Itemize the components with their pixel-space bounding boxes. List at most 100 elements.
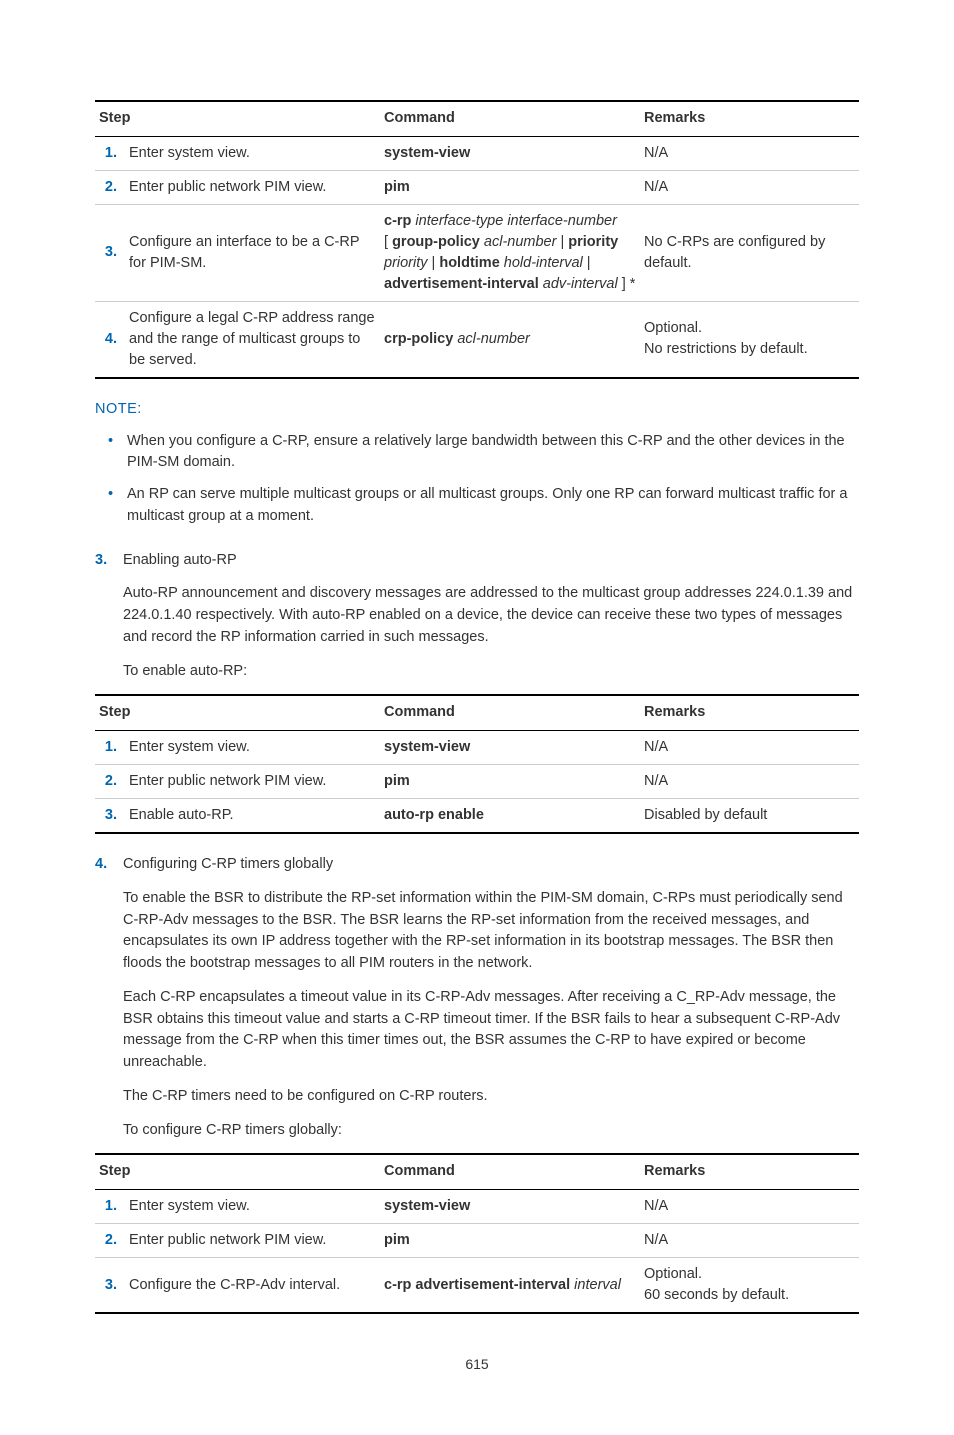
cmd-part: c-rp — [384, 213, 411, 229]
step-num: 3. — [95, 204, 125, 301]
cmd-part: | — [428, 255, 440, 271]
note-list: When you configure a C-RP, ensure a rela… — [95, 431, 859, 528]
table-row: 3. Configure the C-RP-Adv interval. c-rp… — [95, 1258, 859, 1314]
step-desc: Configure a legal C-RP address range and… — [125, 301, 380, 378]
cmd-part: acl-number — [480, 234, 557, 250]
step-desc: Enter public network PIM view. — [125, 170, 380, 204]
table-row: 4. Configure a legal C-RP address range … — [95, 301, 859, 378]
cmd-part: interface-type interface-number — [411, 213, 617, 229]
cmd-part: interval — [570, 1277, 621, 1293]
th-command: Command — [380, 695, 640, 730]
table-row: 1. Enter system view. system-view N/A — [95, 136, 859, 170]
cmd-part: crp-policy — [384, 331, 453, 347]
step-cmd: pim — [380, 765, 640, 799]
cmd-part: ] * — [618, 276, 636, 292]
step-remarks: Optional. No restrictions by default. — [640, 301, 859, 378]
step-remarks: N/A — [640, 1190, 859, 1224]
page-number: 615 — [95, 1354, 859, 1375]
table-row: 3. Configure an interface to be a C-RP f… — [95, 204, 859, 301]
remark-line: Optional. — [644, 318, 855, 339]
paragraph: To enable auto-RP: — [123, 661, 859, 683]
step-desc: Configure an interface to be a C-RP for … — [125, 204, 380, 301]
step-remarks: N/A — [640, 765, 859, 799]
table-crp-timers: Step Command Remarks 1. Enter system vie… — [95, 1153, 859, 1314]
step-cmd: c-rp interface-type interface-number [ g… — [380, 204, 640, 301]
th-step: Step — [95, 695, 380, 730]
step-desc: Enter public network PIM view. — [125, 1224, 380, 1258]
cmd-part: holdtime — [439, 255, 499, 271]
step-num: 4. — [95, 301, 125, 378]
section-4-heading: 4.Configuring C-RP timers globally — [95, 854, 859, 876]
note-heading: NOTE: — [95, 399, 859, 421]
step-cmd: auto-rp enable — [380, 799, 640, 834]
th-command: Command — [380, 1154, 640, 1189]
section-3-heading: 3.Enabling auto-RP — [95, 550, 859, 572]
step-desc: Enter system view. — [125, 136, 380, 170]
section-title: Enabling auto-RP — [123, 552, 237, 568]
step-remarks: N/A — [640, 1224, 859, 1258]
step-cmd: system-view — [380, 136, 640, 170]
paragraph: To enable the BSR to distribute the RP-s… — [123, 888, 859, 975]
section-num: 3. — [95, 550, 123, 572]
note-item: When you configure a C-RP, ensure a rela… — [113, 431, 859, 475]
table-row: 1. Enter system view. system-view N/A — [95, 731, 859, 765]
remark-line: No restrictions by default. — [644, 339, 855, 360]
table-row: 3. Enable auto-RP. auto-rp enable Disabl… — [95, 799, 859, 834]
step-cmd: pim — [380, 170, 640, 204]
cmd-part: adv-interval — [539, 276, 618, 292]
step-num: 3. — [95, 1258, 125, 1314]
paragraph: Auto-RP announcement and discovery messa… — [123, 583, 859, 648]
paragraph: To configure C-RP timers globally: — [123, 1120, 859, 1142]
cmd-part: priority — [384, 255, 428, 271]
step-cmd: crp-policy acl-number — [380, 301, 640, 378]
cmd-part: [ — [384, 234, 392, 250]
table-row: 2. Enter public network PIM view. pim N/… — [95, 765, 859, 799]
paragraph: The C-RP timers need to be configured on… — [123, 1086, 859, 1108]
step-remarks: N/A — [640, 170, 859, 204]
step-desc: Enter system view. — [125, 1190, 380, 1224]
cmd-part: | — [556, 234, 568, 250]
step-remarks: Optional. 60 seconds by default. — [640, 1258, 859, 1314]
th-step: Step — [95, 1154, 380, 1189]
table-crp-config: Step Command Remarks 1. Enter system vie… — [95, 100, 859, 379]
th-remarks: Remarks — [640, 695, 859, 730]
paragraph: Each C-RP encapsulates a timeout value i… — [123, 987, 859, 1074]
cmd-part: advertisement-interval — [384, 276, 539, 292]
cmd-part: group-policy — [392, 234, 480, 250]
table-auto-rp: Step Command Remarks 1. Enter system vie… — [95, 694, 859, 834]
step-desc: Enter system view. — [125, 731, 380, 765]
cmd-part: | — [583, 255, 591, 271]
section-title: Configuring C-RP timers globally — [123, 856, 333, 872]
cmd-part: hold-interval — [500, 255, 583, 271]
table-row: 1. Enter system view. system-view N/A — [95, 1190, 859, 1224]
step-num: 2. — [95, 1224, 125, 1258]
section-4-body: To enable the BSR to distribute the RP-s… — [95, 888, 859, 1142]
step-num: 2. — [95, 170, 125, 204]
remark-line: Optional. — [644, 1264, 855, 1285]
step-desc: Configure the C-RP-Adv interval. — [125, 1258, 380, 1314]
th-command: Command — [380, 101, 640, 136]
step-remarks: N/A — [640, 136, 859, 170]
step-remarks: No C-RPs are configured by default. — [640, 204, 859, 301]
table-row: 2. Enter public network PIM view. pim N/… — [95, 170, 859, 204]
step-remarks: N/A — [640, 731, 859, 765]
note-item: An RP can serve multiple multicast group… — [113, 484, 859, 528]
step-cmd: system-view — [380, 1190, 640, 1224]
step-cmd: system-view — [380, 731, 640, 765]
step-num: 3. — [95, 799, 125, 834]
step-desc: Enable auto-RP. — [125, 799, 380, 834]
section-3-body: Auto-RP announcement and discovery messa… — [95, 583, 859, 682]
step-cmd: pim — [380, 1224, 640, 1258]
step-cmd: c-rp advertisement-interval interval — [380, 1258, 640, 1314]
step-desc: Enter public network PIM view. — [125, 765, 380, 799]
step-remarks: Disabled by default — [640, 799, 859, 834]
cmd-part: priority — [568, 234, 618, 250]
step-num: 1. — [95, 731, 125, 765]
cmd-part: acl-number — [453, 331, 530, 347]
step-num: 2. — [95, 765, 125, 799]
step-num: 1. — [95, 1190, 125, 1224]
th-remarks: Remarks — [640, 1154, 859, 1189]
step-num: 1. — [95, 136, 125, 170]
cmd-part: c-rp advertisement-interval — [384, 1277, 570, 1293]
section-num: 4. — [95, 854, 123, 876]
